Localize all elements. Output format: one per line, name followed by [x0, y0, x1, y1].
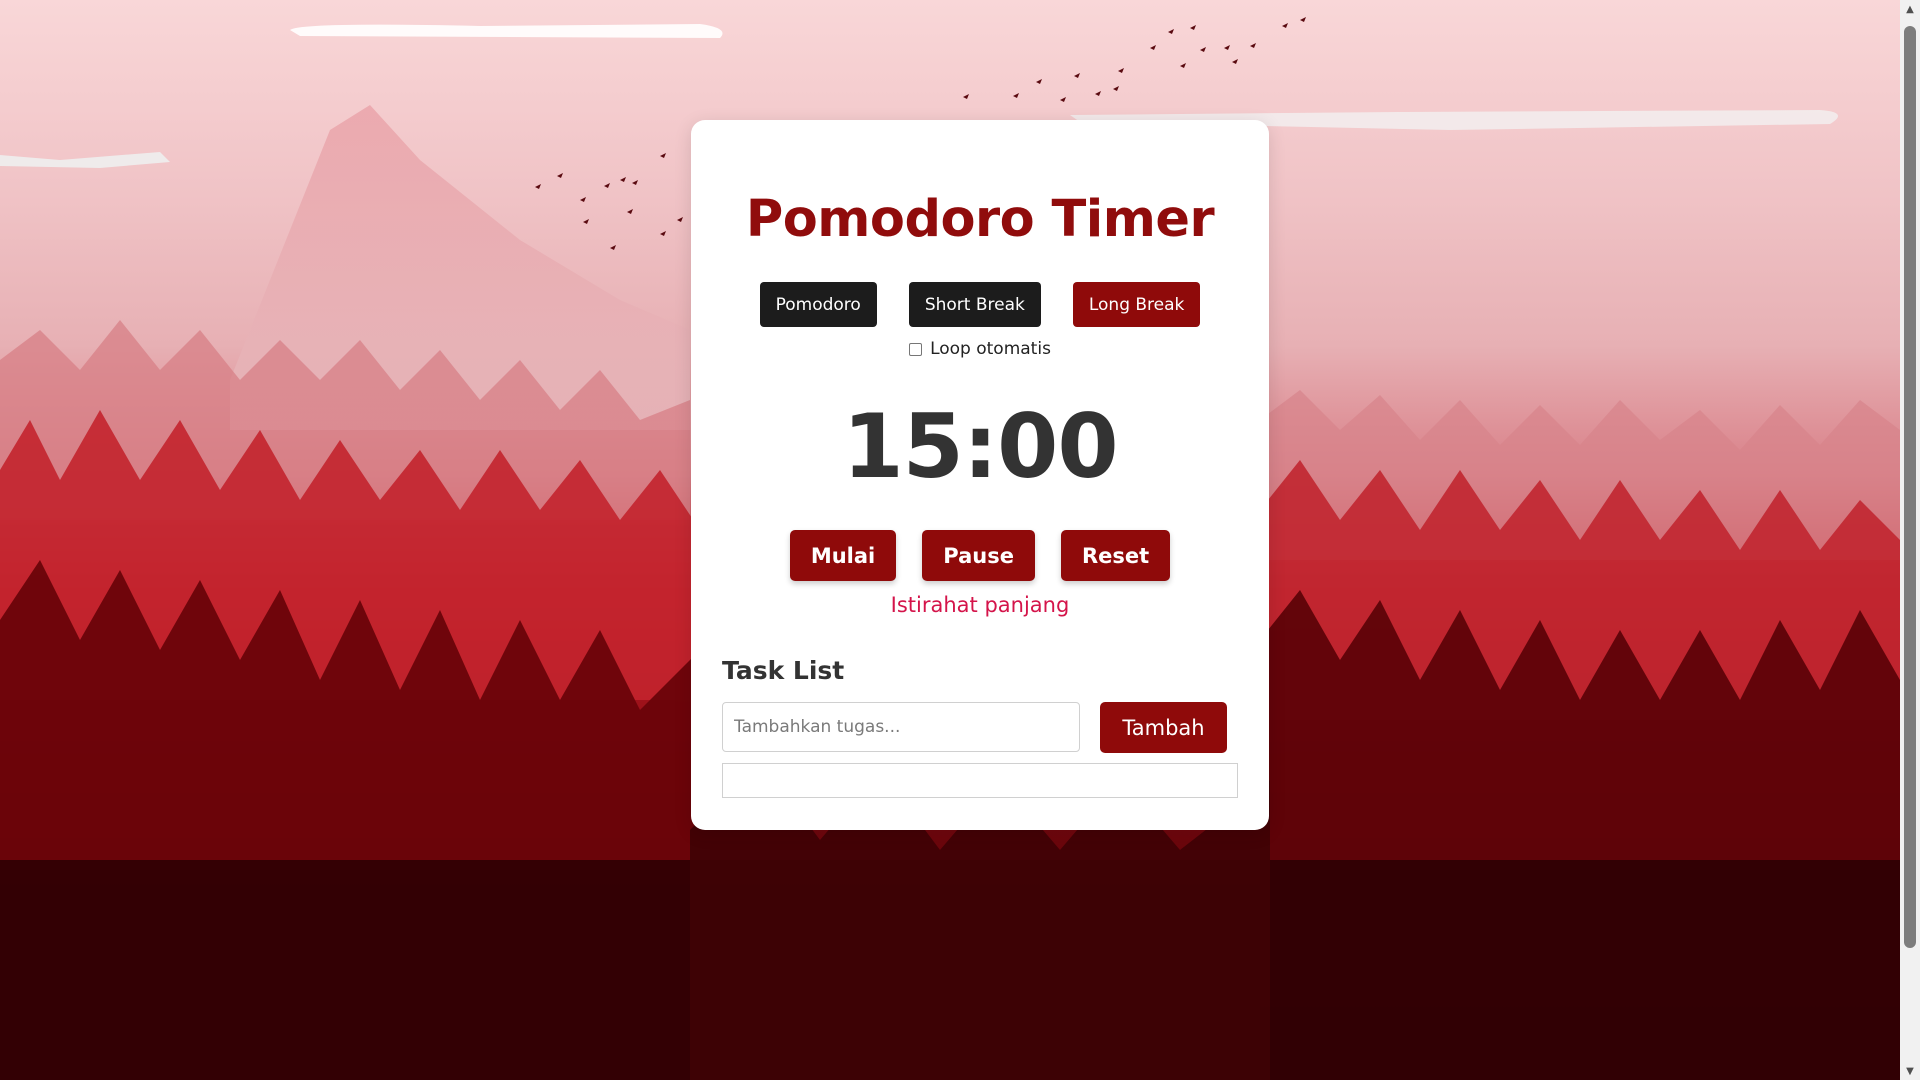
task-list	[722, 763, 1238, 798]
app-title: Pomodoro Timer	[745, 190, 1215, 249]
mode-selector: Pomodoro Short Break Long Break	[691, 282, 1269, 327]
task-list-heading: Task List	[722, 656, 845, 685]
reset-button[interactable]: Reset	[1060, 530, 1171, 581]
long-break-mode-button[interactable]: Long Break	[1072, 282, 1201, 327]
pomodoro-card: Pomodoro Timer Pomodoro Short Break Long…	[691, 120, 1269, 830]
task-input[interactable]	[722, 702, 1080, 752]
start-button[interactable]: Mulai	[789, 530, 897, 581]
timer-controls: Mulai Pause Reset	[691, 530, 1269, 581]
vertical-scrollbar[interactable]: ▲ ▼	[1900, 0, 1920, 1080]
scroll-down-arrow-icon[interactable]: ▼	[1900, 1062, 1920, 1080]
scrollbar-thumb[interactable]	[1904, 26, 1916, 948]
loop-label: Loop otomatis	[930, 339, 1051, 359]
loop-toggle: Loop otomatis	[691, 339, 1269, 359]
pause-button[interactable]: Pause	[922, 530, 1035, 581]
session-status: Istirahat panjang	[890, 593, 1070, 617]
short-break-mode-button[interactable]: Short Break	[908, 282, 1041, 327]
timer-display: 15:00	[842, 395, 1118, 498]
scroll-up-arrow-icon[interactable]: ▲	[1900, 0, 1920, 18]
page-background: Pomodoro Timer Pomodoro Short Break Long…	[0, 0, 1900, 1080]
pomodoro-mode-button[interactable]: Pomodoro	[759, 282, 877, 327]
add-task-button[interactable]: Tambah	[1100, 702, 1227, 753]
loop-checkbox[interactable]	[909, 342, 923, 356]
